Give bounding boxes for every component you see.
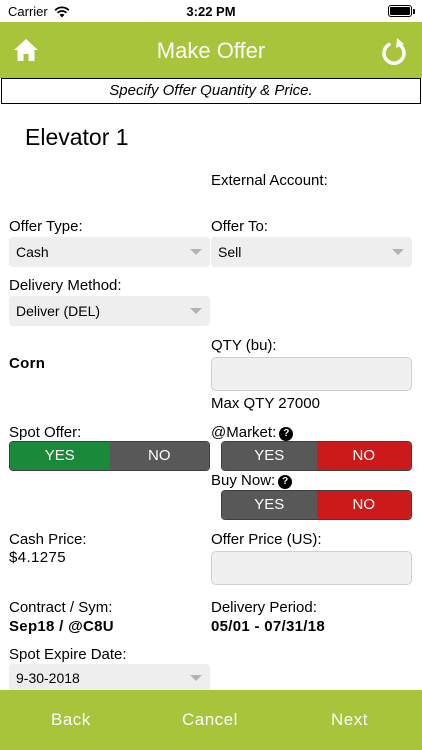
page-title: Make Offer: [156, 38, 266, 63]
at-market-no-button[interactable]: NO: [316, 442, 411, 470]
status-time: 3:22 PM: [186, 4, 236, 19]
offer-type-select[interactable]: Cash: [9, 237, 210, 267]
chevron-down-icon: [190, 308, 202, 314]
spot-offer-label: Spot Offer:: [9, 424, 82, 441]
offer-to-value: Sell: [218, 244, 242, 260]
delivery-period-value: 05/01 - 07/31/18: [211, 618, 326, 635]
offer-type-value: Cash: [16, 244, 49, 260]
qty-input[interactable]: [211, 357, 412, 391]
buy-now-label: Buy Now:: [211, 472, 276, 489]
chevron-down-icon: [392, 249, 404, 255]
buy-now-yes-button[interactable]: YES: [222, 491, 317, 519]
external-account-label: External Account:: [211, 172, 328, 189]
back-button[interactable]: Back: [51, 710, 91, 730]
spot-offer-no-button[interactable]: NO: [109, 442, 209, 470]
at-market-label-group: @Market:?: [211, 424, 294, 441]
bottom-toolbar: Back Cancel Next: [0, 690, 422, 750]
spot-expire-date-label: Spot Expire Date:: [9, 646, 127, 663]
offer-to-label: Offer To:: [211, 218, 268, 235]
contract-sym-value: Sep18 / @C8U: [9, 618, 114, 635]
delivery-method-label: Delivery Method:: [9, 277, 122, 294]
at-market-label: @Market:: [211, 424, 277, 441]
instruction-banner: Specify Offer Quantity & Price.: [1, 78, 421, 104]
elevator-name: Elevator 1: [25, 124, 129, 150]
buy-now-toggle: YES NO: [221, 490, 412, 520]
nav-bar: Make Offer: [0, 22, 422, 78]
offer-price-input[interactable]: [211, 551, 412, 585]
cancel-button[interactable]: Cancel: [182, 710, 238, 730]
qty-label: QTY (bu):: [211, 337, 277, 354]
spot-expire-date-select[interactable]: 9-30-2018: [9, 664, 210, 692]
delivery-period-label: Delivery Period:: [211, 599, 317, 616]
buy-now-no-button[interactable]: NO: [316, 491, 411, 519]
refresh-button[interactable]: [380, 36, 408, 66]
offer-to-select[interactable]: Sell: [211, 237, 412, 267]
status-bar: Carrier 3:22 PM: [0, 0, 422, 22]
next-button[interactable]: Next: [331, 710, 368, 730]
help-icon[interactable]: ?: [279, 427, 294, 441]
max-qty-text: Max QTY 27000: [211, 395, 320, 412]
delivery-method-select[interactable]: Deliver (DEL): [9, 296, 210, 326]
refresh-icon: [382, 38, 406, 65]
delivery-method-value: Deliver (DEL): [16, 303, 101, 319]
contract-sym-label: Contract / Sym:: [9, 599, 113, 616]
spot-expire-date-value: 9-30-2018: [16, 670, 80, 686]
commodity-name: Corn: [9, 355, 46, 372]
spot-offer-yes-button[interactable]: YES: [10, 442, 110, 470]
cash-price-value: $4.1275: [9, 549, 67, 566]
help-icon[interactable]: ?: [278, 475, 293, 489]
at-market-toggle: YES NO: [221, 441, 412, 471]
spot-offer-toggle: YES NO: [9, 441, 210, 471]
offer-price-label: Offer Price (US):: [211, 531, 322, 548]
buy-now-label-group: Buy Now:?: [211, 472, 293, 489]
battery-icon: [388, 5, 415, 17]
cash-price-label: Cash Price:: [9, 531, 87, 548]
chevron-down-icon: [190, 675, 202, 681]
at-market-yes-button[interactable]: YES: [222, 442, 317, 470]
chevron-down-icon: [190, 249, 202, 255]
offer-type-label: Offer Type:: [9, 218, 83, 235]
